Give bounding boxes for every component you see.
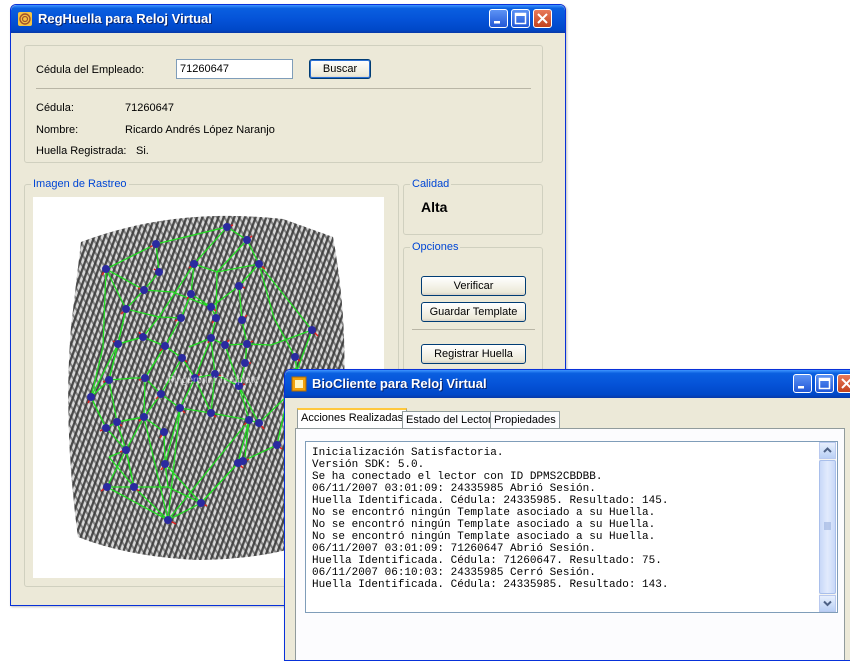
minimize-icon	[494, 21, 500, 24]
minimize-button[interactable]	[489, 9, 508, 28]
fingerprint-watermark: Fingerprint Template	[168, 375, 259, 386]
cedula-empleado-label: Cédula del Empleado:	[36, 64, 145, 76]
reghuella-title: RegHuella para Reloj Virtual	[38, 11, 212, 26]
log-line: No se encontró ningún Template asociado …	[312, 507, 656, 519]
huella-registrada-label: Huella Registrada:	[36, 145, 127, 157]
cedula-label: Cédula:	[36, 102, 74, 114]
close-button[interactable]	[533, 9, 552, 28]
log-line: Huella Identificada. Cédula: 24335985. R…	[312, 579, 669, 591]
log-line: Huella Identificada. Cédula: 24335985. R…	[312, 495, 669, 507]
log-line: Versión SDK: 5.0.	[312, 459, 425, 471]
biocliente-titlebar[interactable]: BioCliente para Reloj Virtual	[285, 370, 850, 398]
fingerprint-app-icon	[18, 12, 32, 26]
maximize-button[interactable]	[511, 9, 530, 28]
minimize-button[interactable]	[793, 374, 812, 393]
tab-estado-del-lector[interactable]: Estado del Lector	[402, 411, 496, 429]
log-line: 06/11/2007 06:10:03: 24335985 Cerró Sesi…	[312, 567, 596, 579]
tab-acciones-realizadas[interactable]: Acciones Realizadas	[297, 408, 408, 430]
close-icon	[841, 378, 850, 389]
maximize-icon	[514, 12, 527, 25]
maximize-icon	[818, 377, 831, 390]
imagen-rastreo-legend: Imagen de Rastreo	[31, 178, 129, 190]
employee-group: Cédula del Empleado: Buscar Cédula: 7126…	[24, 45, 543, 163]
log-line: No se encontró ningún Template asociado …	[312, 519, 656, 531]
log-line: Huella Identificada. Cédula: 71260647. R…	[312, 555, 662, 567]
cedula-input[interactable]	[176, 59, 293, 79]
divider	[36, 88, 531, 89]
minimize-icon	[798, 386, 804, 389]
buscar-button[interactable]: Buscar	[309, 59, 371, 79]
tab-propiedades[interactable]: Propiedades	[490, 411, 560, 429]
chevron-down-icon	[823, 600, 832, 607]
calidad-legend: Calidad	[410, 178, 452, 190]
registrar-huella-button[interactable]: Registrar Huella	[421, 344, 526, 364]
nombre-label: Nombre:	[36, 124, 79, 136]
guardar-template-button[interactable]: Guardar Template	[421, 302, 526, 322]
acciones-log[interactable]: Inicialización Satisfactoria. Versión SD…	[305, 441, 838, 613]
huella-registrada-value: Si.	[136, 145, 149, 157]
close-icon	[537, 13, 548, 24]
nombre-value: Ricardo Andrés López Naranjo	[125, 124, 275, 136]
log-scrollbar[interactable]	[819, 442, 836, 612]
grip-icon	[824, 522, 831, 530]
log-line: 06/11/2007 03:01:09: 71260647 Abrió Sesi…	[312, 543, 596, 555]
biocliente-title: BioCliente para Reloj Virtual	[312, 376, 487, 391]
app-icon	[291, 376, 307, 392]
biocliente-window: BioCliente para Reloj Virtual Acciones R…	[284, 369, 850, 661]
close-button[interactable]	[837, 374, 850, 393]
calidad-value: Alta	[421, 199, 448, 215]
log-line: Inicialización Satisfactoria.	[312, 447, 504, 459]
scroll-thumb[interactable]	[819, 460, 836, 594]
log-lines: Inicialización Satisfactoria. Versión SD…	[306, 442, 818, 612]
log-line: No se encontró ningún Template asociado …	[312, 531, 656, 543]
cedula-value: 71260647	[125, 102, 174, 114]
log-line: Se ha conectado el lector con ID DPMS2CB…	[312, 471, 603, 483]
options-divider	[412, 329, 535, 330]
opciones-legend: Opciones	[410, 241, 461, 253]
scroll-up-button[interactable]	[819, 442, 836, 459]
maximize-button[interactable]	[815, 374, 834, 393]
chevron-up-icon	[823, 447, 832, 453]
reghuella-titlebar[interactable]: RegHuella para Reloj Virtual	[11, 5, 565, 33]
verificar-button[interactable]: Verificar	[421, 276, 526, 296]
log-line: 06/11/2007 03:01:09: 24335985 Abrió Sesi…	[312, 483, 596, 495]
calidad-group: Calidad Alta	[403, 178, 543, 235]
scroll-down-button[interactable]	[819, 595, 836, 612]
